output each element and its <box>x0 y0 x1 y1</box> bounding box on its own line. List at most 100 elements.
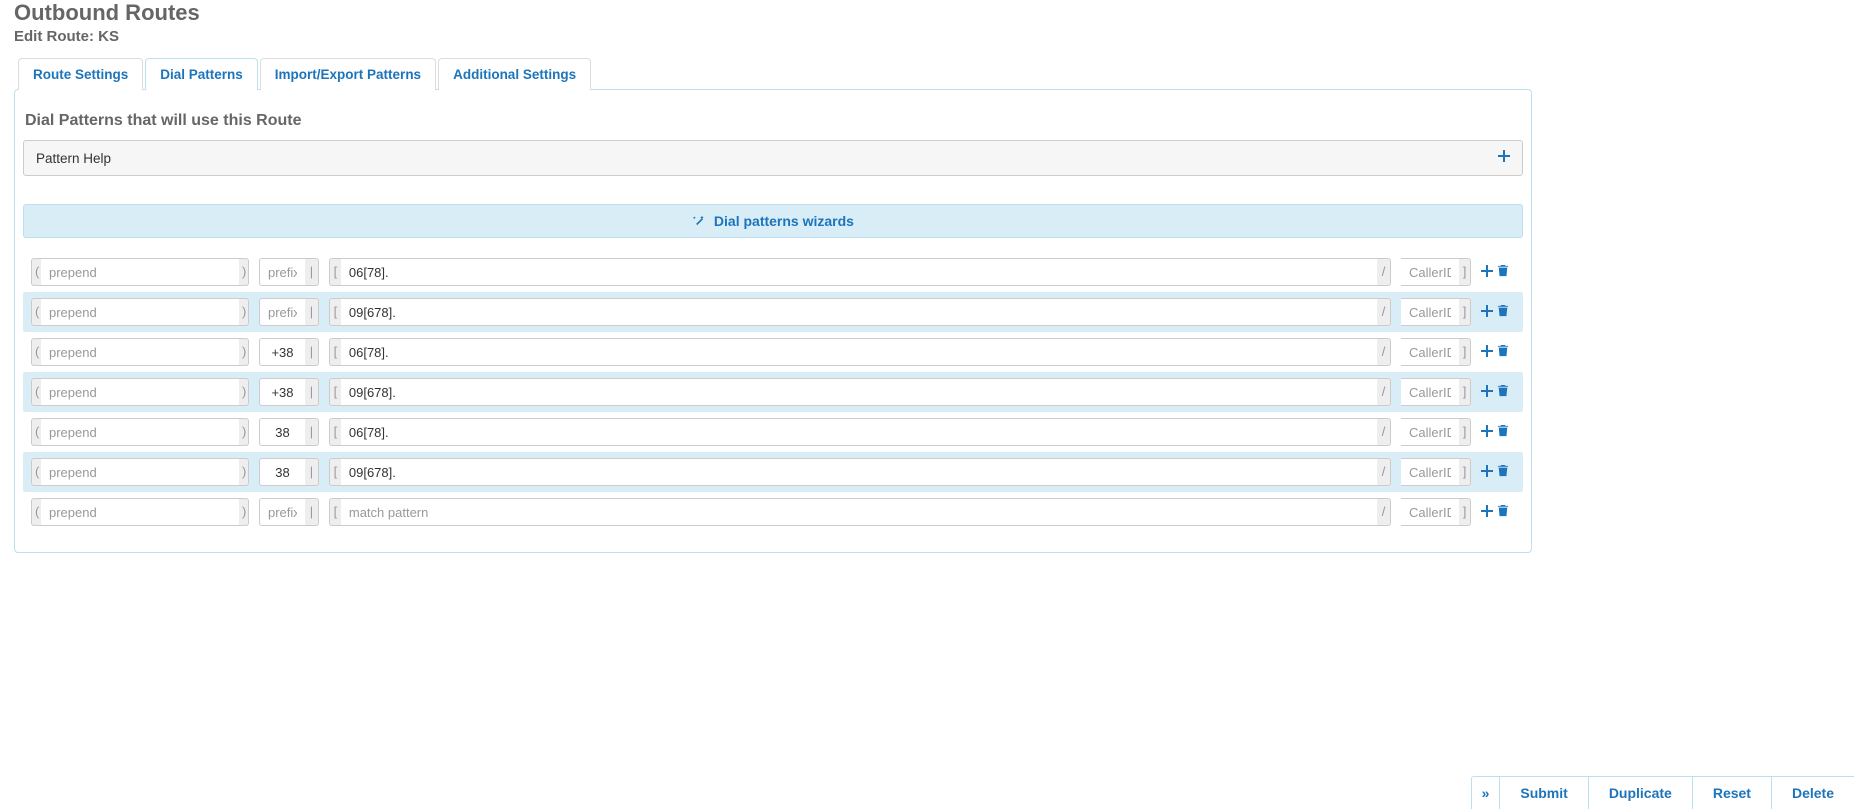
page-subtitle: Edit Route: KS <box>14 28 1854 45</box>
callerid-input[interactable] <box>1401 378 1459 406</box>
dial-pattern-row: ()|[/] <box>23 332 1523 372</box>
delete-row-button[interactable] <box>1497 344 1509 360</box>
match-pattern-input[interactable] <box>341 338 1377 366</box>
tab-import-export[interactable]: Import/Export Patterns <box>260 58 436 90</box>
prepend-input[interactable] <box>41 338 239 366</box>
submit-button[interactable]: Submit <box>1500 777 1588 809</box>
lbracket-decor: [ <box>329 418 341 446</box>
prepend-input[interactable] <box>41 258 239 286</box>
lparen-decor: ( <box>31 298 41 326</box>
callerid-input[interactable] <box>1401 458 1459 486</box>
lparen-decor: ( <box>31 258 41 286</box>
pipe-decor: | <box>305 418 319 446</box>
dial-patterns-wizards-button[interactable]: Dial patterns wizards <box>23 204 1523 238</box>
lbracket-decor: [ <box>329 338 341 366</box>
add-row-button[interactable] <box>1481 424 1493 440</box>
delete-button[interactable]: Delete <box>1772 777 1854 809</box>
callerid-input[interactable] <box>1401 298 1459 326</box>
tab-additional-settings[interactable]: Additional Settings <box>438 58 591 90</box>
pipe-decor: | <box>305 338 319 366</box>
duplicate-button[interactable]: Duplicate <box>1589 777 1693 809</box>
dial-pattern-rows: ()|[/]()|[/]()|[/]()|[/]()|[/]()|[/]()|[… <box>23 252 1523 532</box>
pipe-decor: | <box>305 498 319 526</box>
page-title: Outbound Routes <box>14 0 1854 26</box>
delete-row-button[interactable] <box>1497 464 1509 480</box>
match-pattern-input[interactable] <box>341 498 1377 526</box>
slash-decor: / <box>1377 298 1391 326</box>
prefix-input[interactable] <box>259 338 305 366</box>
prefix-input[interactable] <box>259 418 305 446</box>
lparen-decor: ( <box>31 378 41 406</box>
delete-row-button[interactable] <box>1497 504 1509 520</box>
match-pattern-input[interactable] <box>341 258 1377 286</box>
lparen-decor: ( <box>31 418 41 446</box>
rbracket-decor: ] <box>1459 258 1471 286</box>
match-pattern-input[interactable] <box>341 298 1377 326</box>
wand-icon <box>692 214 706 228</box>
tab-route-settings[interactable]: Route Settings <box>18 58 143 90</box>
add-row-button[interactable] <box>1481 384 1493 400</box>
slash-decor: / <box>1377 258 1391 286</box>
prefix-input[interactable] <box>259 378 305 406</box>
reset-button[interactable]: Reset <box>1693 777 1772 809</box>
prepend-input[interactable] <box>41 378 239 406</box>
slash-decor: / <box>1377 418 1391 446</box>
prefix-input[interactable] <box>259 498 305 526</box>
rbracket-decor: ] <box>1459 338 1471 366</box>
add-row-button[interactable] <box>1481 344 1493 360</box>
lparen-decor: ( <box>31 338 41 366</box>
prefix-input[interactable] <box>259 458 305 486</box>
dial-pattern-row: ()|[/] <box>23 252 1523 292</box>
rparen-decor: ) <box>239 338 249 366</box>
callerid-input[interactable] <box>1401 258 1459 286</box>
match-pattern-input[interactable] <box>341 418 1377 446</box>
footer-action-bar: » Submit Duplicate Reset Delete <box>1471 776 1854 809</box>
section-title: Dial Patterns that will use this Route <box>25 112 1523 130</box>
callerid-input[interactable] <box>1401 338 1459 366</box>
rparen-decor: ) <box>239 458 249 486</box>
prepend-input[interactable] <box>41 298 239 326</box>
callerid-input[interactable] <box>1401 418 1459 446</box>
dial-pattern-row: ()|[/] <box>23 372 1523 412</box>
rparen-decor: ) <box>239 418 249 446</box>
rbracket-decor: ] <box>1459 298 1471 326</box>
match-pattern-input[interactable] <box>341 458 1377 486</box>
callerid-input[interactable] <box>1401 498 1459 526</box>
footer-expand-button[interactable]: » <box>1472 777 1501 809</box>
dial-pattern-row: ()|[/] <box>23 492 1523 532</box>
add-row-button[interactable] <box>1481 304 1493 320</box>
pattern-help-bar[interactable]: Pattern Help <box>23 140 1523 176</box>
slash-decor: / <box>1377 378 1391 406</box>
lparen-decor: ( <box>31 498 41 526</box>
pattern-help-label: Pattern Help <box>36 151 111 166</box>
rbracket-decor: ] <box>1459 498 1471 526</box>
rparen-decor: ) <box>239 298 249 326</box>
plus-icon[interactable] <box>1498 149 1510 167</box>
slash-decor: / <box>1377 458 1391 486</box>
add-row-button[interactable] <box>1481 264 1493 280</box>
wizard-label: Dial patterns wizards <box>714 213 854 229</box>
tab-bar: Route Settings Dial Patterns Import/Expo… <box>18 58 1854 90</box>
delete-row-button[interactable] <box>1497 304 1509 320</box>
rbracket-decor: ] <box>1459 378 1471 406</box>
lbracket-decor: [ <box>329 458 341 486</box>
prepend-input[interactable] <box>41 418 239 446</box>
tab-dial-patterns[interactable]: Dial Patterns <box>145 58 258 90</box>
prepend-input[interactable] <box>41 458 239 486</box>
lparen-decor: ( <box>31 458 41 486</box>
add-row-button[interactable] <box>1481 504 1493 520</box>
dial-patterns-panel: Dial Patterns that will use this Route P… <box>14 89 1532 553</box>
match-pattern-input[interactable] <box>341 378 1377 406</box>
add-row-button[interactable] <box>1481 464 1493 480</box>
prepend-input[interactable] <box>41 498 239 526</box>
prefix-input[interactable] <box>259 258 305 286</box>
prefix-input[interactable] <box>259 298 305 326</box>
lbracket-decor: [ <box>329 378 341 406</box>
dial-pattern-row: () | [ /] <box>23 412 1523 452</box>
delete-row-button[interactable] <box>1497 424 1509 440</box>
delete-row-button[interactable] <box>1497 264 1509 280</box>
dial-pattern-row: ()|[/] <box>23 292 1523 332</box>
rbracket-decor: ] <box>1459 418 1471 446</box>
delete-row-button[interactable] <box>1497 384 1509 400</box>
pipe-decor: | <box>305 458 319 486</box>
